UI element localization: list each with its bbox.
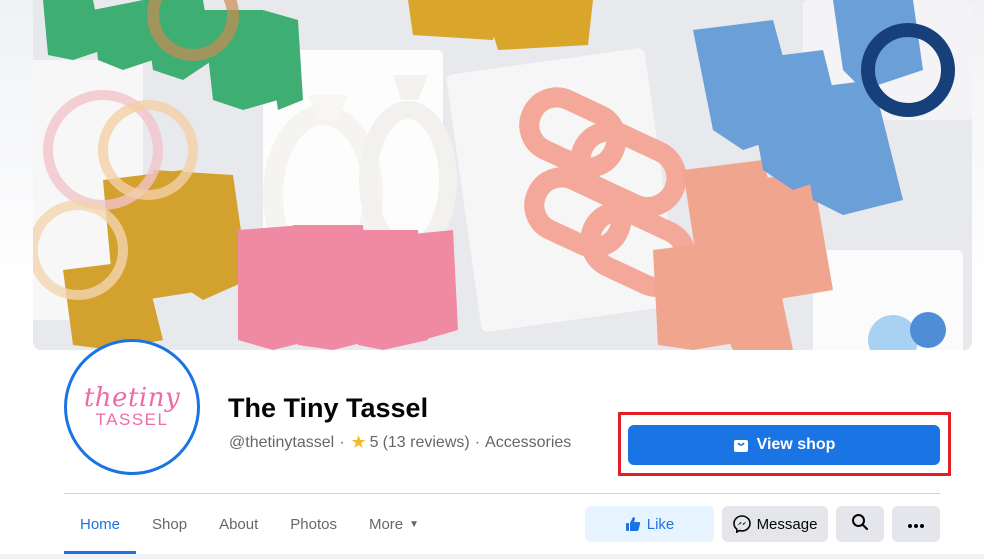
category-link[interactable]: Accessories	[485, 434, 571, 452]
star-icon: ★	[350, 432, 367, 452]
tab-more-label: More	[368, 515, 404, 533]
thumbs-up-icon	[625, 516, 641, 532]
page-handle: @thetinytassel	[229, 433, 335, 451]
bottom-strip	[0, 554, 984, 559]
page-tabs: Home Shop About Photos More ▼	[64, 494, 435, 554]
meta-separator: ·	[339, 433, 345, 451]
tab-about[interactable]: About	[203, 494, 274, 554]
search-button[interactable]	[836, 506, 884, 542]
cover-photo-image	[33, 0, 972, 350]
tab-home[interactable]: Home	[64, 494, 137, 554]
messenger-icon	[732, 515, 751, 533]
meta-separator-2: ·	[474, 433, 481, 451]
message-label: Message	[756, 515, 818, 533]
tab-about-label: About	[219, 515, 259, 533]
page-actions: Like Message	[585, 506, 940, 542]
reviews-link[interactable]: (13 reviews)	[383, 434, 470, 452]
tab-more[interactable]: More ▼	[353, 494, 435, 554]
page-avatar[interactable]: thetiny TASSEL	[64, 339, 200, 475]
caret-down-icon: ▼	[409, 518, 420, 530]
tab-photos[interactable]: Photos	[274, 494, 353, 554]
search-icon	[851, 513, 869, 535]
avatar-logo-top: thetiny	[83, 383, 181, 413]
tab-shop-label: Shop	[152, 515, 188, 533]
message-button[interactable]: Message	[722, 506, 828, 542]
cover-photo[interactable]	[33, 0, 972, 350]
like-label: Like	[646, 515, 675, 533]
page-meta: @thetinytassel · ★ 5 (13 reviews) · Acce…	[229, 432, 571, 453]
more-options-button[interactable]	[892, 506, 940, 542]
tab-home-label: Home	[80, 515, 121, 533]
rating-value[interactable]: 5	[370, 434, 379, 452]
view-shop-label: View shop	[756, 436, 836, 453]
like-button[interactable]: Like	[585, 506, 714, 542]
page-title: The Tiny Tassel	[228, 393, 429, 423]
avatar-logo-bottom: TASSEL	[95, 410, 169, 429]
more-dots-icon	[907, 516, 925, 533]
tab-photos-label: Photos	[290, 515, 337, 533]
shop-bag-icon	[733, 437, 749, 453]
view-shop-button[interactable]: View shop	[628, 425, 940, 465]
tab-shop[interactable]: Shop	[136, 494, 203, 554]
